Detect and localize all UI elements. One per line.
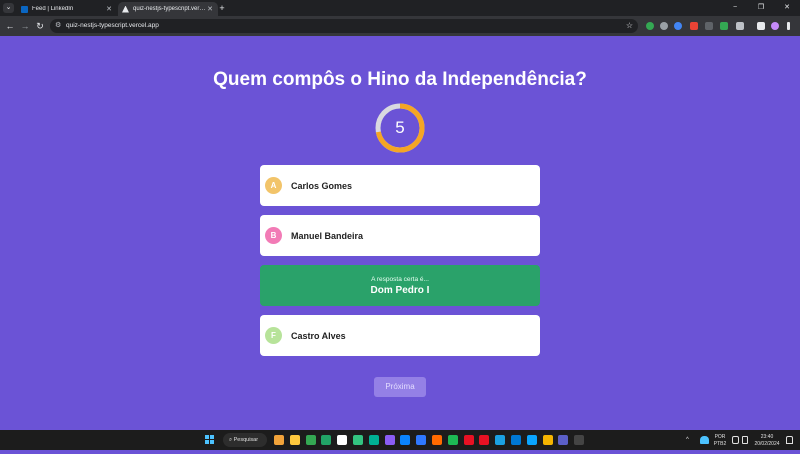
- taskbar-app-icon[interactable]: [495, 435, 505, 445]
- address-bar[interactable]: ⚙ quiz-nestjs-typescript.vercel.app ☆: [50, 19, 638, 33]
- volume-icon[interactable]: [742, 436, 748, 444]
- extension-icon[interactable]: [660, 22, 668, 30]
- answer-option-b[interactable]: B Manuel Bandeira: [260, 215, 540, 256]
- taskbar-app-icon[interactable]: [448, 435, 458, 445]
- clock[interactable]: 23:40 20/02/2024: [752, 434, 782, 454]
- forward-button[interactable]: →: [19, 20, 31, 32]
- minimize-button[interactable]: −: [722, 2, 748, 14]
- linkedin-icon: [21, 5, 28, 13]
- windows-start-icon[interactable]: [205, 435, 215, 445]
- tune-icon[interactable]: ⚙: [55, 21, 61, 31]
- answer-letter: B: [265, 227, 282, 244]
- extension-icon[interactable]: [646, 22, 654, 30]
- taskbar-app-icon[interactable]: [369, 435, 379, 445]
- taskbar-search[interactable]: ⌕ Pesquisar: [223, 433, 267, 447]
- address-text: quiz-nestjs-typescript.vercel.app: [66, 22, 159, 29]
- taskbar-app-icon[interactable]: [290, 435, 300, 445]
- taskbar-app-icon[interactable]: [574, 435, 584, 445]
- taskbar-app-icon[interactable]: [543, 435, 553, 445]
- taskbar-app-icon[interactable]: [274, 435, 284, 445]
- tray-chevron[interactable]: ^: [686, 430, 689, 450]
- browser-toolbar: ← → ↻ ⚙ quiz-nestjs-typescript.vercel.ap…: [0, 16, 800, 36]
- timer-value: 5: [395, 118, 405, 137]
- answer-option-correct: A resposta certa é... Dom Pedro I: [260, 265, 540, 306]
- tab-title: Feed | LinkedIn: [32, 6, 74, 12]
- close-window-button[interactable]: ✕: [774, 2, 800, 14]
- tab-quiz[interactable]: quiz-nestjs-typescript.vercel.app ✕: [118, 2, 218, 16]
- tab-strip: ⌄ Feed | LinkedIn ✕ quiz-nestjs-typescri…: [0, 0, 800, 16]
- taskbar-app-icon[interactable]: [432, 435, 442, 445]
- new-tab-button[interactable]: +: [217, 3, 227, 13]
- input-language[interactable]: POR PTB2: [712, 434, 728, 454]
- taskbar-app-icon[interactable]: [558, 435, 568, 445]
- reveal-caption: A resposta certa é...: [371, 275, 429, 283]
- avatar[interactable]: [771, 22, 779, 30]
- taskbar-app-icon[interactable]: [321, 435, 331, 445]
- more-menu-icon[interactable]: [787, 22, 790, 30]
- taskbar: ⌕ Pesquisar ^ POR PTB2 23:40 20/02/2024: [0, 430, 800, 450]
- notifications-icon[interactable]: [786, 436, 793, 444]
- answer-text: Carlos Gomes: [291, 180, 353, 191]
- tab-search-button[interactable]: ⌄: [3, 3, 14, 13]
- answer-text: Manuel Bandeira: [291, 230, 364, 241]
- taskbar-app-icon[interactable]: [464, 435, 474, 445]
- star-icon[interactable]: ☆: [626, 19, 633, 33]
- side-panel-icon[interactable]: [757, 22, 765, 30]
- answer-text: Castro Alves: [291, 330, 346, 341]
- close-tab-icon[interactable]: ✕: [105, 5, 113, 13]
- network-icon[interactable]: [732, 436, 739, 444]
- extension-icon[interactable]: [690, 22, 698, 30]
- correct-answer-text: Dom Pedro I: [370, 284, 430, 296]
- extension-icon[interactable]: [705, 22, 713, 30]
- reload-button[interactable]: ↻: [34, 20, 46, 32]
- taskbar-app-icon[interactable]: [385, 435, 395, 445]
- taskbar-app-icon[interactable]: [400, 435, 410, 445]
- question-title: Quem compôs o Hino da Independência?: [213, 69, 587, 90]
- taskbar-app-icon[interactable]: [337, 435, 347, 445]
- taskbar-app-icon[interactable]: [511, 435, 521, 445]
- back-button[interactable]: ←: [4, 20, 16, 32]
- search-label: Pesquisar: [233, 437, 259, 443]
- answer-option-a[interactable]: A Carlos Gomes: [260, 165, 540, 206]
- taskbar-app-icon[interactable]: [416, 435, 426, 445]
- tab-title: quiz-nestjs-typescript.vercel.app: [133, 6, 206, 12]
- extensions-puzzle-icon[interactable]: [736, 22, 744, 30]
- answer-letter: F: [265, 327, 282, 344]
- tab-linkedin[interactable]: Feed | LinkedIn ✕: [17, 2, 117, 16]
- vercel-icon: [122, 5, 129, 13]
- taskbar-app-icon[interactable]: [353, 435, 363, 445]
- answer-letter: A: [265, 177, 282, 194]
- keyboard-layout: PTB2: [713, 440, 727, 447]
- extension-icon[interactable]: [674, 22, 682, 30]
- taskbar-app-icon[interactable]: [527, 435, 537, 445]
- answer-option-f[interactable]: F Castro Alves: [260, 315, 540, 356]
- taskbar-app-icon[interactable]: [306, 435, 316, 445]
- clock-date: 20/02/2024: [754, 440, 780, 447]
- extension-icon[interactable]: [720, 22, 728, 30]
- restore-button[interactable]: ❐: [748, 2, 774, 14]
- close-tab-icon[interactable]: ✕: [206, 5, 214, 13]
- next-button[interactable]: Próxima: [374, 377, 426, 397]
- onedrive-icon[interactable]: [700, 436, 709, 444]
- taskbar-app-icon[interactable]: [479, 435, 489, 445]
